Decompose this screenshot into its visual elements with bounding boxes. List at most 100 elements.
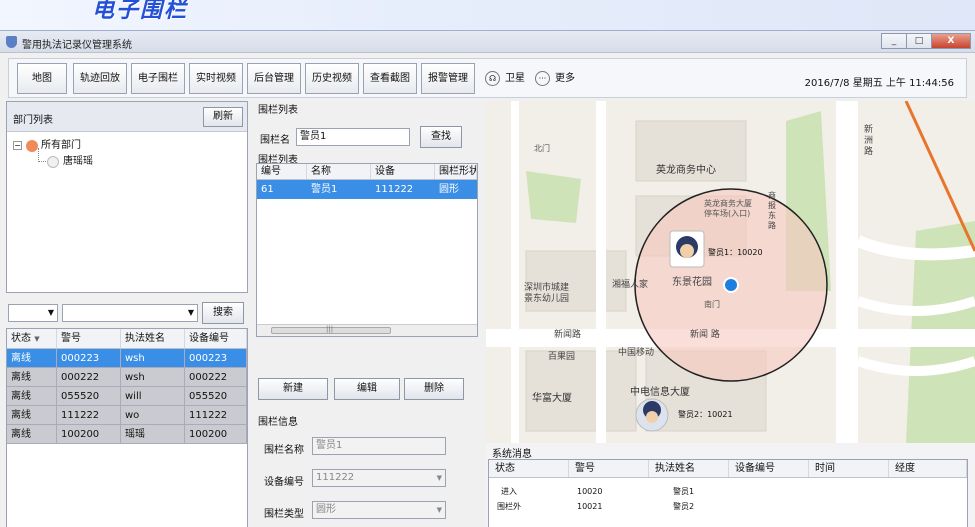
search-field-select[interactable]: ▼ (62, 304, 198, 322)
info-device-select: 111222 ▼ (312, 469, 446, 487)
status-select[interactable]: ▼ (8, 304, 58, 322)
map-label-zhongxin: 中电信息大厦 (630, 387, 690, 398)
col-fence-name[interactable]: 名称 (307, 164, 371, 179)
fence-name-label: 围栏名 (260, 135, 290, 146)
map-label-commercial: 英龙商务中心 (656, 165, 716, 176)
map-label-huafu: 华富大厦 (532, 393, 572, 404)
chevron-down-icon: ▼ (47, 308, 54, 317)
satellite-button[interactable]: ☊ 卫星 (483, 65, 533, 93)
e-fence-button[interactable]: 电子围栏 (131, 63, 185, 94)
system-messages-title: 系统消息 (492, 449, 532, 460)
map-label-shangbao-road: 商 报 东 路 (768, 191, 776, 230)
department-panel: 部门列表 刷新 − 所有部门 唐瑶瑶 (6, 101, 248, 293)
table-row[interactable]: 离线 111222 wo 111222 (7, 406, 247, 425)
map-label-xinzhou-road: 新 洲 路 (864, 125, 874, 157)
table-row[interactable]: 61 警员1 111222 圆形 (257, 180, 477, 199)
collapse-icon[interactable]: − (13, 141, 22, 150)
map-label-kindergarten: 深圳市城建 景东幼儿园 (524, 283, 570, 304)
table-row[interactable]: 离线 100200 瑶瑶 100200 (7, 425, 247, 444)
app-window: 警用执法记录仪管理系统 _ □ X 地图 轨迹回放 电子围栏 实时视频 后台管理… (0, 30, 975, 527)
tree-node-child[interactable]: 唐瑶瑶 (13, 148, 93, 170)
messages-table-header: 状态 警号 执法姓名 设备编号 时间 经度 (489, 460, 967, 478)
left-panel: 部门列表 刷新 − 所有部门 唐瑶瑶 ▼ ▼ 搜索 状态 ▼ 警号 执法姓名 设… (6, 101, 248, 527)
department-title: 部门列表 (13, 115, 53, 126)
department-tree: − 所有部门 唐瑶瑶 (13, 138, 93, 170)
close-button[interactable]: X (931, 33, 971, 49)
history-video-button[interactable]: 历史视频 (305, 63, 359, 94)
find-button[interactable]: 查找 (420, 126, 462, 148)
table-row[interactable]: 围栏外 10021 警员2 (489, 499, 967, 514)
col-badge[interactable]: 警号 (57, 329, 121, 348)
admin-button[interactable]: 后台管理 (247, 63, 301, 94)
chevron-down-icon: ▼ (187, 308, 194, 317)
window-title: 警用执法记录仪管理系统 (22, 40, 132, 51)
officer1-marker (669, 230, 705, 268)
col-msg-badge[interactable]: 警号 (569, 460, 649, 477)
info-name-label: 围栏名称 (264, 445, 304, 456)
table-row[interactable]: 离线 000222 wsh 000222 (7, 368, 247, 387)
info-type-select: 圆形 ▼ (312, 501, 446, 519)
info-device-label: 设备编号 (264, 477, 304, 488)
edit-button[interactable]: 编辑 (334, 378, 400, 400)
map-label-xiangfu: 湘福人家 (612, 280, 649, 290)
horizontal-scrollbar[interactable]: ||| (257, 324, 477, 336)
table-row[interactable]: 离线 055520 will 055520 (7, 387, 247, 406)
table-row[interactable]: 离线 000223 wsh 000223 (7, 349, 247, 368)
tree-node-label: 所有部门 (41, 140, 81, 151)
map-label-donggarden: 东景花园 (672, 277, 712, 288)
col-fence-device[interactable]: 设备 (371, 164, 435, 179)
maximize-button[interactable]: □ (906, 33, 932, 49)
messages-table: 状态 警号 执法姓名 设备编号 时间 经度 进入 10020 警员1 围栏外 1002… (488, 459, 968, 527)
col-status[interactable]: 状态 ▼ (7, 329, 57, 348)
fence-info-title: 围栏信息 (258, 417, 298, 428)
department-header: 部门列表 刷新 (7, 102, 247, 132)
col-msg-lng[interactable]: 经度 (889, 460, 967, 477)
map-button[interactable]: 地图 (17, 63, 67, 94)
toolbar: 地图 轨迹回放 电子围栏 实时视频 后台管理 历史视频 查看截图 报警管理 ☊ … (8, 58, 967, 98)
user-table: 状态 ▼ 警号 执法姓名 设备编号 离线 000223 wsh 000223 离线 00… (6, 328, 248, 527)
search-button[interactable]: 搜索 (202, 302, 244, 324)
col-msg-name[interactable]: 执法姓名 (649, 460, 729, 477)
scrollbar-thumb[interactable]: ||| (271, 325, 391, 334)
col-name[interactable]: 执法姓名 (121, 329, 185, 348)
map-label-xinwen-road: 新闻路 (554, 330, 582, 340)
more-label: 更多 (555, 73, 575, 84)
map-label-baiguo: 百果园 (548, 352, 576, 362)
fence-panel: 围栏列表 围栏名 警员1 查找 围栏列表 编号 名称 设备 围栏形状 61 警员1… (254, 101, 482, 527)
more-icon: ··· (535, 71, 550, 86)
new-button[interactable]: 新建 (258, 378, 328, 400)
col-msg-time[interactable]: 时间 (809, 460, 889, 477)
map-view[interactable]: 英龙商务中心 英龙商务大厦 停车场(入口) 北门 东景花园 湘福人家 深圳市城建… (486, 101, 975, 443)
tree-node-root[interactable]: − 所有部门 (13, 138, 93, 154)
title-bar: 警用执法记录仪管理系统 _ □ X (0, 31, 975, 53)
col-id[interactable]: 编号 (257, 164, 307, 179)
col-msg-device[interactable]: 设备编号 (729, 460, 809, 477)
map-label-xinwen-road-2: 新闻 路 (690, 330, 720, 340)
banner: 电子围栏 (0, 0, 975, 30)
more-button[interactable]: ··· 更多 (533, 65, 583, 93)
view-screenshot-button[interactable]: 查看截图 (363, 63, 417, 94)
track-playback-button[interactable]: 轨迹回放 (73, 63, 127, 94)
info-type-label: 围栏类型 (264, 509, 304, 520)
fence-name-input[interactable]: 警员1 (296, 128, 410, 146)
table-row[interactable]: 进入 10020 警员1 (489, 484, 967, 499)
fence-table: 编号 名称 设备 围栏形状 61 警员1 111222 圆形 ||| (256, 163, 478, 337)
refresh-button[interactable]: 刷新 (203, 107, 243, 127)
officer1-label: 警员1：10020 (708, 248, 763, 257)
map-label-parking: 英龙商务大厦 停车场(入口) (704, 199, 752, 218)
search-row: ▼ ▼ 搜索 (6, 301, 248, 327)
live-video-button[interactable]: 实时视频 (189, 63, 243, 94)
alarm-management-button[interactable]: 报警管理 (421, 63, 475, 94)
app-shield-icon (6, 36, 17, 48)
col-fence-shape[interactable]: 围栏形状 (435, 164, 477, 179)
col-device[interactable]: 设备编号 (185, 329, 247, 348)
delete-button[interactable]: 删除 (404, 378, 464, 400)
banner-title: 电子围栏 (92, 0, 189, 23)
datetime: 2016/7/8 星期五 上午 11:44:56 (804, 78, 954, 89)
department-icon (47, 156, 59, 168)
col-msg-status[interactable]: 状态 (489, 460, 569, 477)
minimize-button[interactable]: _ (881, 33, 907, 49)
department-icon (26, 140, 38, 152)
tree-node-label: 唐瑶瑶 (63, 156, 93, 167)
system-messages-panel: 系统消息 状态 警号 执法姓名 设备编号 时间 经度 进入 10020 警员1 围栏… (486, 443, 975, 527)
